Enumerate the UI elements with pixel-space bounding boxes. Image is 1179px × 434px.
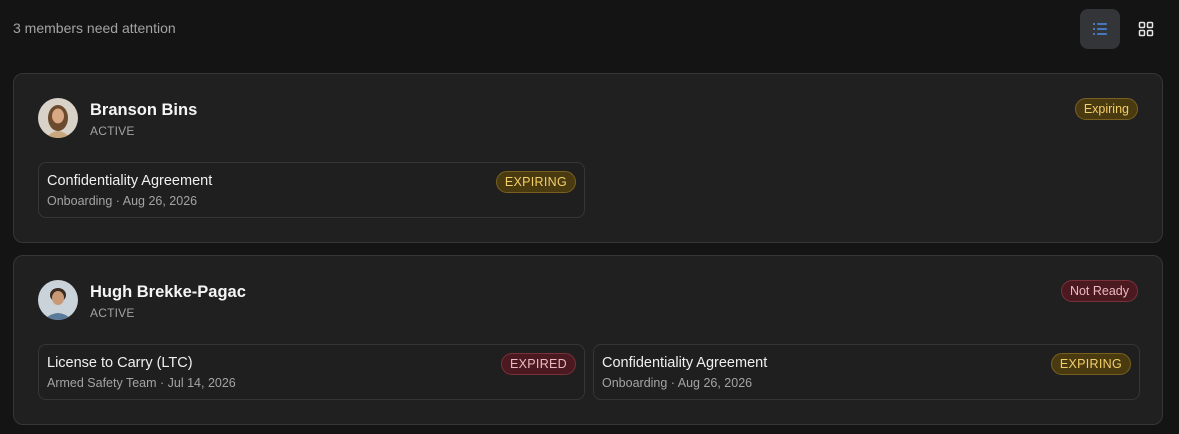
member-card[interactable]: Hugh Brekke-Pagac ACTIVE Not Ready Licen… bbox=[13, 255, 1163, 425]
document-item[interactable]: License to Carry (LTC) Armed Safety Team… bbox=[38, 344, 585, 400]
list-icon bbox=[1093, 23, 1107, 35]
list-view-button[interactable] bbox=[1080, 9, 1120, 49]
readiness-badge: Not Ready bbox=[1060, 280, 1138, 302]
readiness-badge: Expiring bbox=[1074, 98, 1138, 120]
document-title: Confidentiality Agreement bbox=[47, 173, 213, 189]
document-subtitle: Onboarding · Aug 26, 2026 bbox=[602, 376, 753, 390]
member-status: ACTIVE bbox=[90, 306, 135, 320]
member-card[interactable]: Branson Bins ACTIVE Expiring Confidentia… bbox=[13, 73, 1163, 243]
grid-icon bbox=[1138, 21, 1154, 37]
member-status: ACTIVE bbox=[90, 124, 135, 138]
document-status-badge: EXPIRING bbox=[495, 171, 576, 193]
document-item[interactable]: Confidentiality Agreement Onboarding · A… bbox=[593, 344, 1140, 400]
avatar bbox=[38, 98, 78, 138]
document-subtitle: Onboarding · Aug 26, 2026 bbox=[47, 194, 198, 208]
document-status-badge: EXPIRED bbox=[501, 353, 576, 375]
document-status-badge: EXPIRING bbox=[1050, 353, 1131, 375]
member-name: Hugh Brekke-Pagac bbox=[90, 283, 246, 301]
document-title: Confidentiality Agreement bbox=[602, 355, 768, 371]
grid-view-button[interactable] bbox=[1126, 9, 1166, 49]
document-item[interactable]: Confidentiality Agreement Onboarding · A… bbox=[38, 162, 585, 218]
document-title: License to Carry (LTC) bbox=[47, 355, 193, 371]
toolbar: 3 members need attention bbox=[0, 0, 1179, 58]
document-subtitle: Armed Safety Team · Jul 14, 2026 bbox=[47, 376, 236, 390]
member-name: Branson Bins bbox=[90, 101, 198, 119]
attention-summary: 3 members need attention bbox=[13, 20, 176, 36]
avatar bbox=[38, 280, 78, 320]
view-toggle bbox=[1080, 9, 1166, 49]
